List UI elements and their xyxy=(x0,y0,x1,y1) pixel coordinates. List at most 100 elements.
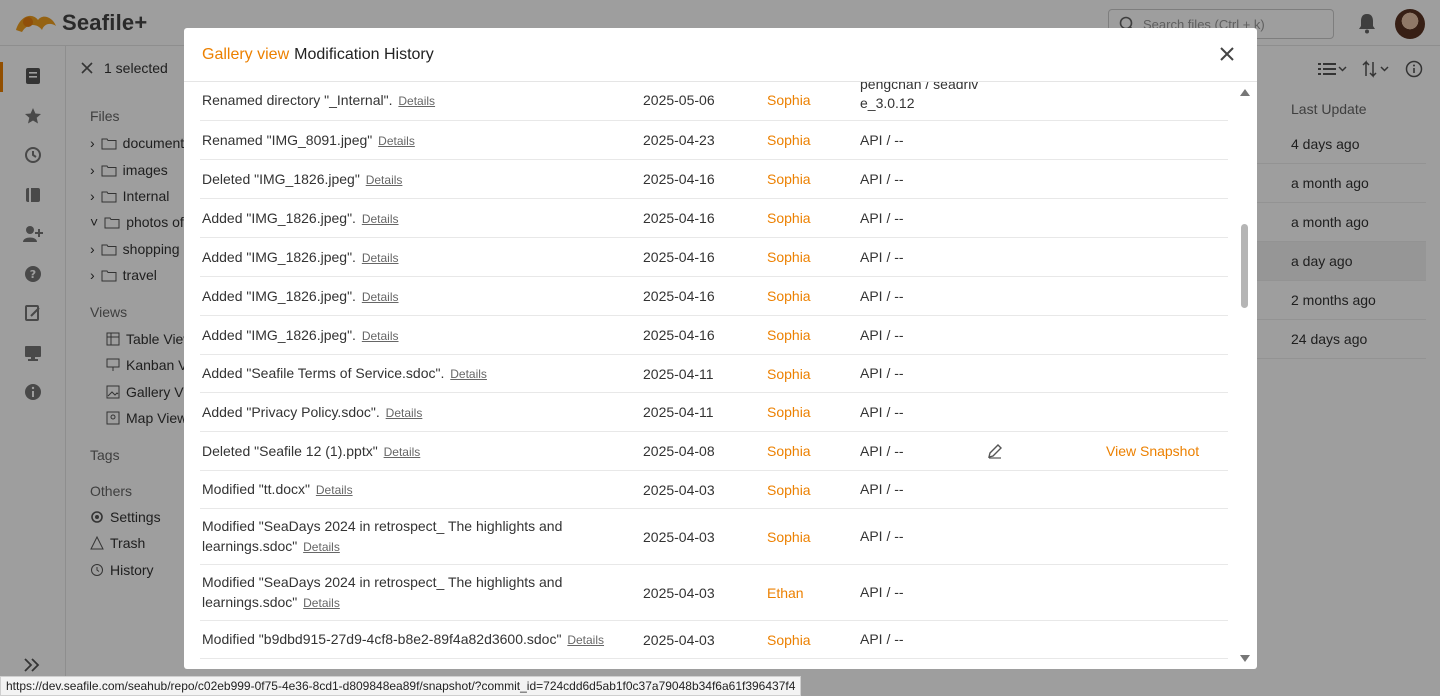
history-row[interactable]: Added "IMG_1826.jpeg". Details 2025-04-16… xyxy=(200,316,1228,355)
history-author[interactable]: Sophia xyxy=(767,82,811,120)
history-device: API / -- xyxy=(860,584,904,600)
history-author[interactable]: Sophia xyxy=(767,160,811,198)
history-device: API / -- xyxy=(860,248,904,265)
history-author[interactable]: Sophia xyxy=(767,509,811,564)
details-link[interactable]: Details xyxy=(384,445,421,459)
history-row[interactable]: Renamed directory "_Internal". Details 20… xyxy=(200,82,1228,121)
history-list-container[interactable]: Renamed directory "_Internal". Details 20… xyxy=(184,82,1257,669)
details-link[interactable]: Details xyxy=(316,483,353,497)
history-device: API / -- xyxy=(860,209,904,226)
history-device: API / -- xyxy=(860,365,904,381)
details-link[interactable]: Details xyxy=(378,134,415,148)
history-description: Modified "SeaDays 2024 in retrospect_ Th… xyxy=(202,509,622,564)
history-row[interactable]: Deleted "Seafile 12 (1).pptx" Details 202… xyxy=(200,432,1228,471)
description-text: Modified "SeaDays 2024 in retrospect_ Th… xyxy=(202,574,563,610)
history-date: 2025-04-03 xyxy=(643,631,715,648)
history-description: Modified "SeaDays 2024 in retrospect_ Th… xyxy=(202,565,622,620)
details-link[interactable]: Details xyxy=(398,94,435,108)
history-author[interactable]: Ethan xyxy=(767,565,804,620)
history-row[interactable]: Modified "SeaDays 2024 in retrospect_ Th… xyxy=(200,509,1228,565)
scroll-down-arrow[interactable] xyxy=(1240,655,1250,662)
history-author[interactable]: Sophia xyxy=(767,316,811,354)
description-text: Added "Privacy Policy.sdoc". xyxy=(202,403,380,420)
history-row[interactable]: Modified "SeaDays 2024 in retrospect_ Th… xyxy=(200,565,1228,621)
description-text: Added "IMG_1826.jpeg". xyxy=(202,287,356,304)
history-description: Renamed directory "_Internal". Details xyxy=(202,82,622,120)
details-link[interactable]: Details xyxy=(386,406,423,420)
history-description: Added "IMG_1826.jpeg". Details xyxy=(202,316,622,354)
history-device: API / -- xyxy=(860,442,904,459)
history-author[interactable]: Sophia xyxy=(767,621,811,658)
history-author[interactable]: Sophia xyxy=(767,199,811,237)
history-row[interactable]: Added "Seafile Terms of Service.sdoc". D… xyxy=(200,355,1228,393)
description-text: Deleted "Seafile 12 (1).pptx" xyxy=(202,442,378,459)
details-link[interactable]: Details xyxy=(567,633,604,647)
history-table: Renamed directory "_Internal". Details 20… xyxy=(200,82,1228,659)
history-description: Added "IMG_1826.jpeg". Details xyxy=(202,277,622,315)
scroll-up-arrow[interactable] xyxy=(1240,89,1250,96)
details-link[interactable]: Details xyxy=(366,173,403,187)
description-text: Added "Seafile Terms of Service.sdoc". xyxy=(202,365,445,381)
history-date: 2025-04-16 xyxy=(643,288,715,304)
history-device: API / -- xyxy=(860,403,904,420)
edit-icon[interactable] xyxy=(987,432,1003,470)
history-description: Renamed "IMG_8091.jpeg" Details xyxy=(202,121,622,159)
history-device: API / -- xyxy=(860,481,904,497)
history-date: 2025-04-16 xyxy=(643,210,715,226)
history-date: 2025-04-03 xyxy=(643,528,715,545)
description-text: Renamed directory "_Internal". xyxy=(202,91,393,108)
description-text: Deleted "IMG_1826.jpeg" xyxy=(202,170,360,187)
history-row[interactable]: Modified "b9dbd915-27d9-4cf8-b8e2-89f4a8… xyxy=(200,621,1228,659)
history-date: 2025-04-11 xyxy=(643,404,714,420)
modal-title-view: Gallery view xyxy=(202,45,290,63)
history-date: 2025-05-06 xyxy=(643,92,715,108)
history-row[interactable]: Deleted "IMG_1826.jpeg" Details 2025-04-1… xyxy=(200,160,1228,199)
history-date: 2025-04-03 xyxy=(643,584,715,601)
modal-title: Modification History xyxy=(294,45,434,63)
status-bar-url: https://dev.seafile.com/seahub/repo/c02e… xyxy=(0,676,802,696)
history-date: 2025-04-08 xyxy=(643,443,715,459)
history-device: API / -- xyxy=(860,131,904,148)
details-link[interactable]: Details xyxy=(362,290,399,304)
history-author[interactable]: Sophia xyxy=(767,277,811,315)
history-author[interactable]: Sophia xyxy=(767,238,811,276)
description-text: Modified "tt.docx" xyxy=(202,481,310,497)
history-device: API / -- xyxy=(860,287,904,304)
details-link[interactable]: Details xyxy=(303,540,340,554)
details-link[interactable]: Details xyxy=(450,367,487,381)
history-row[interactable]: Added "IMG_1826.jpeg". Details 2025-04-16… xyxy=(200,238,1228,277)
history-row[interactable]: Renamed "IMG_8091.jpeg" Details 2025-04-2… xyxy=(200,121,1228,160)
details-link[interactable]: Details xyxy=(362,212,399,226)
history-device: pengchan / seadriv e_3.0.12 xyxy=(860,82,979,111)
view-snapshot-link[interactable]: View Snapshot xyxy=(1106,432,1199,470)
history-row[interactable]: Modified "tt.docx" Details 2025-04-03 Soph… xyxy=(200,471,1228,509)
history-author[interactable]: Sophia xyxy=(767,355,811,392)
description-text: Added "IMG_1826.jpeg". xyxy=(202,248,356,265)
details-link[interactable]: Details xyxy=(362,329,399,343)
history-author[interactable]: Sophia xyxy=(767,471,811,508)
history-author[interactable]: Sophia xyxy=(767,393,811,431)
history-device: API / -- xyxy=(860,631,904,647)
history-author[interactable]: Sophia xyxy=(767,121,811,159)
history-modal: Gallery view Modification History Rename… xyxy=(184,28,1257,669)
history-device: API / -- xyxy=(860,170,904,187)
close-icon[interactable] xyxy=(1217,44,1237,64)
scrollbar-thumb[interactable] xyxy=(1241,224,1248,308)
history-date: 2025-04-16 xyxy=(643,249,715,265)
history-row[interactable]: Added "IMG_1826.jpeg". Details 2025-04-16… xyxy=(200,277,1228,316)
history-description: Added "Privacy Policy.sdoc". Details xyxy=(202,393,622,431)
details-link[interactable]: Details xyxy=(362,251,399,265)
history-device: API / -- xyxy=(860,528,904,544)
history-author[interactable]: Sophia xyxy=(767,432,811,470)
history-row[interactable]: Added "Privacy Policy.sdoc". Details 2025… xyxy=(200,393,1228,432)
scrollbar[interactable] xyxy=(1239,82,1251,669)
description-text: Added "IMG_1826.jpeg". xyxy=(202,209,356,226)
history-description: Deleted "Seafile 12 (1).pptx" Details xyxy=(202,432,622,470)
modal-header: Gallery view Modification History xyxy=(184,28,1257,82)
details-link[interactable]: Details xyxy=(303,596,340,610)
history-description: Deleted "IMG_1826.jpeg" Details xyxy=(202,160,622,198)
history-description: Added "IMG_1826.jpeg". Details xyxy=(202,238,622,276)
description-text: Renamed "IMG_8091.jpeg" xyxy=(202,131,373,148)
history-row[interactable]: Added "IMG_1826.jpeg". Details 2025-04-16… xyxy=(200,199,1228,238)
history-description: Modified "tt.docx" Details xyxy=(202,471,622,508)
